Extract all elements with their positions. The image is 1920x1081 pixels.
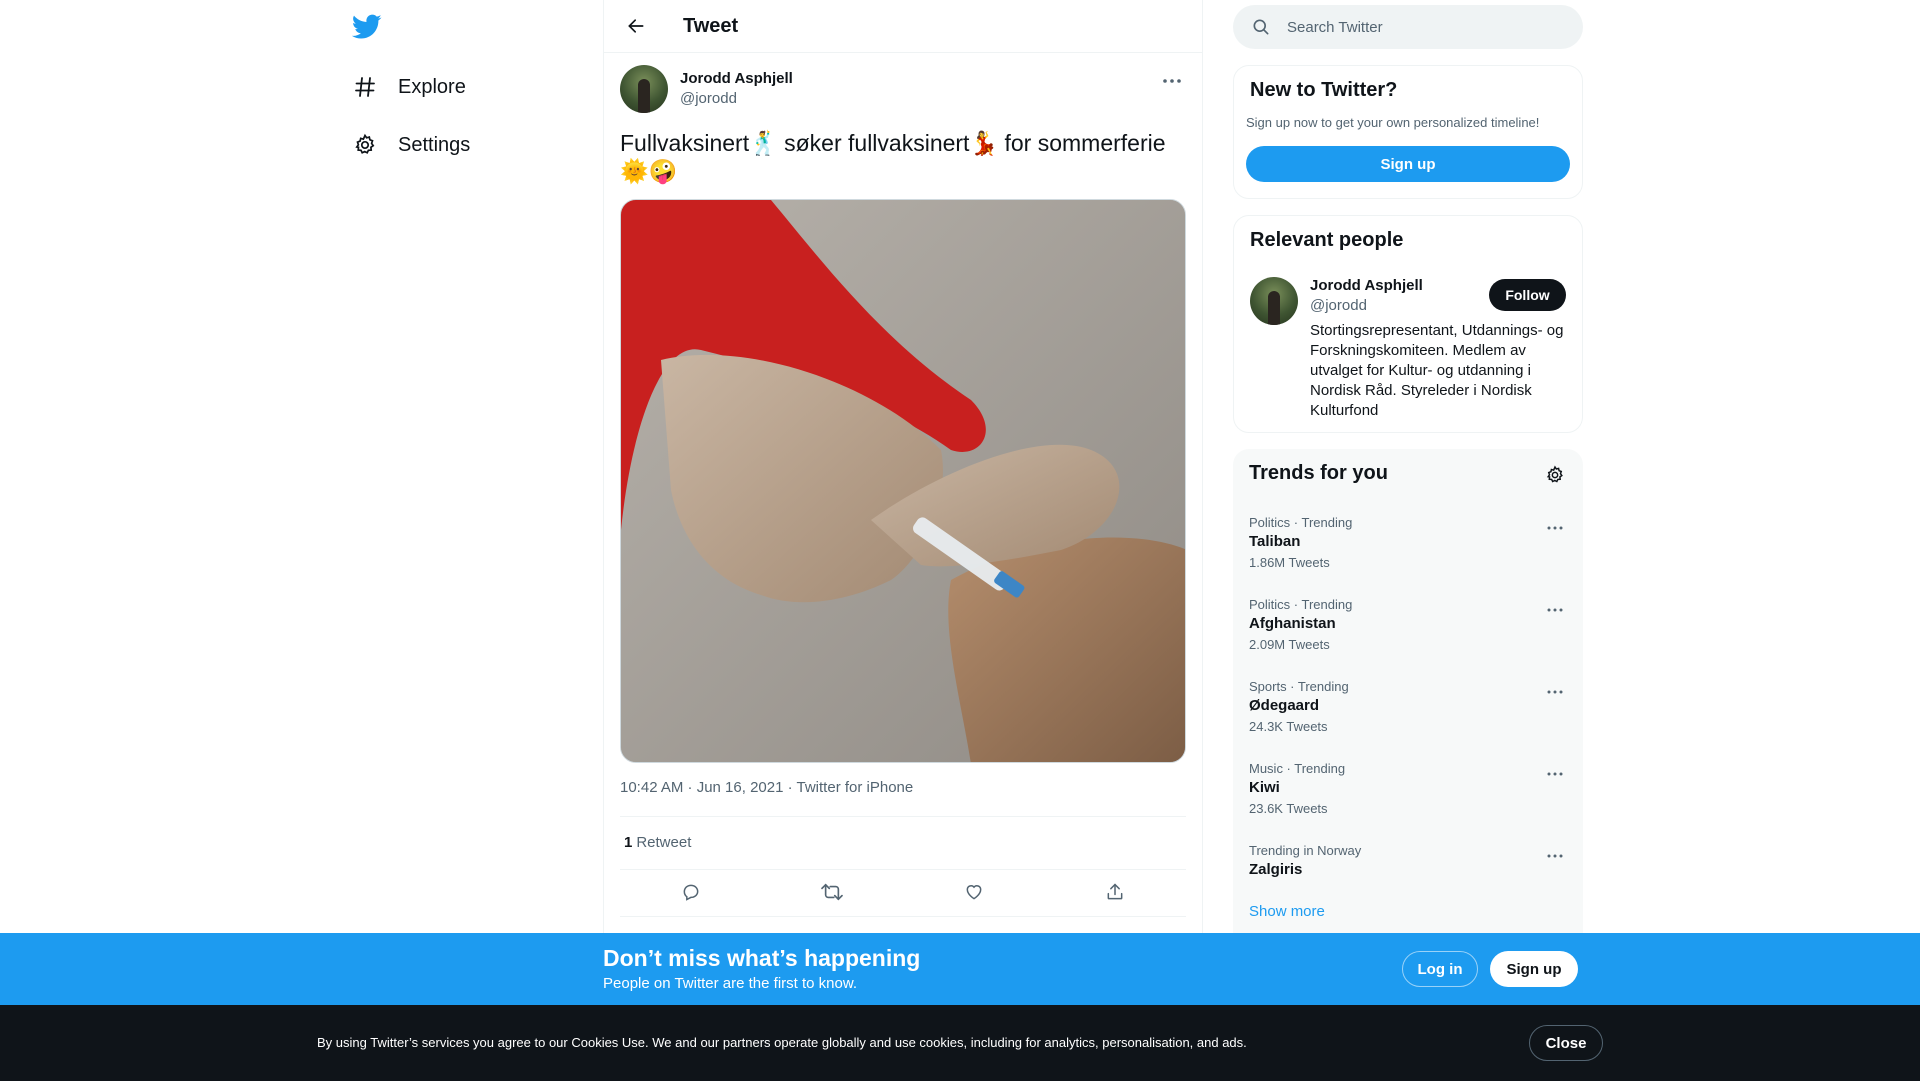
hashtag-icon [352,74,378,100]
trend-context: Sports · Trending [1249,679,1349,694]
log-in-button[interactable]: Log in [1402,951,1478,987]
retweet-count: 1 [624,833,633,851]
trend-item[interactable]: Trending in Norway Zalgiris [1233,832,1583,914]
tweet-stats[interactable]: 1 Retweet [620,816,691,868]
nav-explore-label: Explore [398,75,466,98]
signup-banner: Don’t miss what’s happening People on Tw… [0,933,1920,1005]
retweet-button[interactable] [815,875,849,909]
relevant-people-card: Relevant people Jorodd Asphjell @jorodd … [1233,215,1583,433]
search-icon [1253,19,1269,35]
trend-count: 2.09M Tweets [1249,637,1330,652]
page-title: Tweet [683,14,739,37]
more-dots-icon[interactable] [1543,516,1567,540]
gear-icon [1546,465,1563,483]
gear-icon [352,132,378,158]
divider [620,816,1186,817]
person-handle[interactable]: @jorodd [1310,297,1367,314]
reply-icon [683,884,699,901]
new-to-twitter-title: New to Twitter? [1250,79,1398,101]
tweet-author[interactable]: Jorodd Asphjell @jorodd [620,65,793,113]
retweet-label: Retweet [636,833,692,851]
trend-name: Ødegaard [1249,697,1320,714]
trend-name: Afghanistan [1249,615,1336,632]
trend-name: Zalgiris [1249,861,1303,878]
tweet-actions [620,870,1186,914]
trend-context: Politics · Trending [1249,515,1353,530]
more-dots-icon[interactable] [1543,598,1567,622]
trend-name: Kiwi [1249,779,1280,796]
like-button[interactable] [957,875,991,909]
trends-card: Trends for you Politics · Trending Talib… [1233,449,1583,954]
search-bar[interactable] [1233,5,1583,49]
nav-settings-label: Settings [398,133,471,156]
share-button[interactable] [1098,875,1132,909]
more-dots-icon [1163,79,1181,83]
tweet-source[interactable]: Twitter for iPhone [797,779,914,796]
header: Tweet [604,0,1202,53]
author-name[interactable]: Jorodd Asphjell [680,69,793,89]
banner-sign-up-button[interactable]: Sign up [1490,951,1578,987]
heart-icon [966,885,982,900]
cookie-text: By using Twitter’s services you agree to… [317,1035,1247,1050]
back-button[interactable] [619,9,653,43]
meta-separator: · [783,779,797,796]
more-dots-icon[interactable] [1543,762,1567,786]
page: Explore Settings Tweet Jorodd Asphjell @… [0,0,1920,1081]
person-name[interactable]: Jorodd Asphjell [1310,277,1423,294]
trend-count: 1.86M Tweets [1249,555,1330,570]
trend-count: 24.3K Tweets [1249,719,1328,734]
trend-count: 23.6K Tweets [1249,801,1328,816]
cookie-notice: By using Twitter’s services you agree to… [0,1005,1920,1081]
trend-context: Politics · Trending [1249,597,1353,612]
trend-item[interactable]: Politics · Trending Taliban 1.86M Tweets [1233,504,1583,586]
more-dots-icon[interactable] [1543,680,1567,704]
vaccination-photo-image [621,200,1185,762]
show-more-link[interactable]: Show more [1249,903,1325,920]
tweet-text: Fullvaksinert🕺 søker fullvaksinert💃 for … [620,130,1166,184]
relevant-people-title: Relevant people [1250,229,1404,251]
divider [620,916,1186,917]
twitter-bird-icon[interactable] [351,14,382,40]
reply-button[interactable] [674,875,708,909]
person-bio: Stortingsrepresentant, Utdannings- og Fo… [1310,322,1564,419]
trend-context: Music · Trending [1249,761,1346,776]
trend-name: Taliban [1249,533,1301,550]
tweet-timestamp[interactable]: 10:42 AM · Jun 16, 2021 [620,779,783,796]
arrow-left-icon [628,19,644,33]
avatar[interactable] [1250,277,1298,325]
trends-title: Trends for you [1249,462,1388,484]
avatar[interactable] [620,65,668,113]
trend-context: Trending in Norway [1249,843,1362,858]
sign-up-button[interactable]: Sign up [1246,146,1570,182]
main-column: Tweet Jorodd Asphjell @jorodd Fullvaksin… [603,0,1203,1081]
tweet-photo[interactable] [620,199,1186,763]
author-handle[interactable]: @jorodd [680,89,793,109]
follow-button[interactable]: Follow [1489,279,1566,311]
close-button[interactable]: Close [1529,1025,1603,1061]
more-dots-icon[interactable] [1543,844,1567,868]
new-to-twitter-card: New to Twitter? Sign up now to get your … [1233,65,1583,199]
new-to-twitter-subtitle: Sign up now to get your own personalized… [1246,115,1540,130]
nav-settings[interactable]: Settings [352,125,470,165]
banner-title: Don’t miss what’s happening [603,945,921,971]
banner-subtitle: People on Twitter are the first to know. [603,975,858,992]
retweet-icon [821,883,844,901]
more-options-button[interactable] [1158,67,1186,95]
search-input[interactable] [1287,18,1567,36]
trend-item[interactable]: Politics · Trending Afghanistan 2.09M Tw… [1233,586,1583,668]
tweet-meta: 10:42 AM · Jun 16, 2021 · Twitter for iP… [620,779,913,796]
trends-settings-button[interactable] [1543,463,1567,487]
nav-explore[interactable]: Explore [352,67,466,107]
share-icon [1107,883,1123,900]
trend-item[interactable]: Sports · Trending Ødegaard 24.3K Tweets [1233,668,1583,750]
trend-item[interactable]: Music · Trending Kiwi 23.6K Tweets [1233,750,1583,832]
